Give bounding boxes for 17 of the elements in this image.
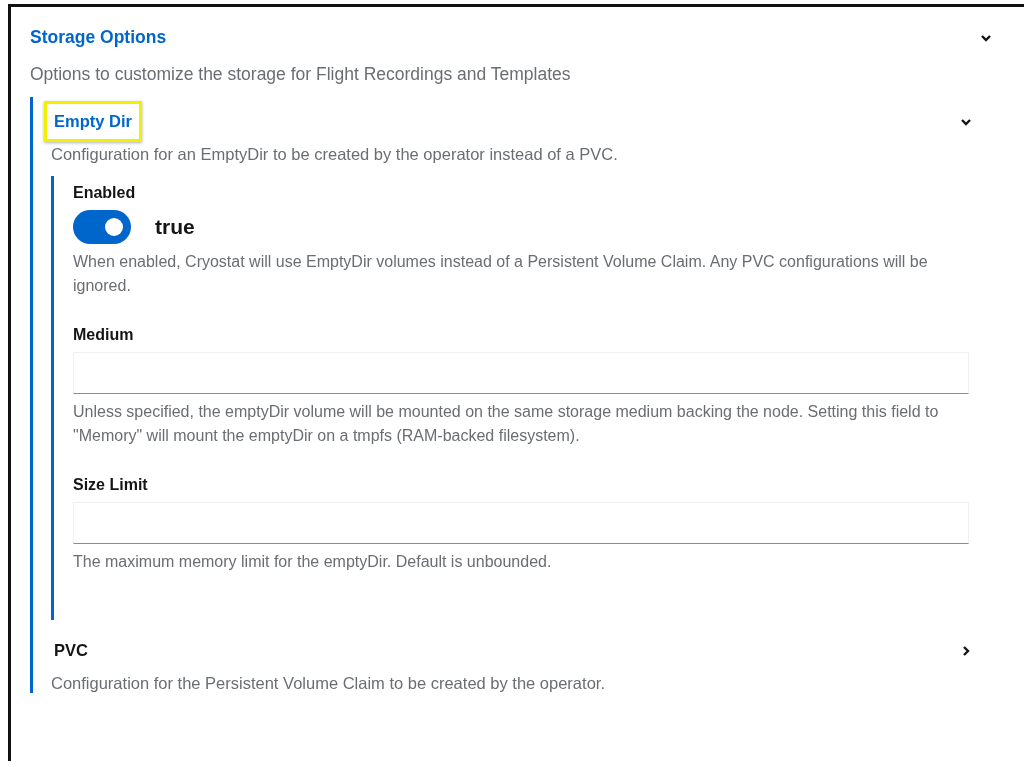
field-label: Medium [73,326,135,344]
helper-text: Unless specified, the emptyDir volume will be mounted on the same storage medium backing the node. Setting this field to "Memory" will mount the emptyDir on a tmpfs (RAM-backed filesystem). [73,402,940,446]
group-title[interactable]: PVC [44,630,98,671]
helper-text: The maximum memory limit for the emptyDir. Default is unbounded. [73,552,553,572]
switch-value: true [155,215,195,239]
toggle-switch[interactable] [73,210,131,244]
section-description: Options to customize the storage for Flight Recordings and Templates [30,64,572,85]
group-title[interactable]: Empty Dir [44,101,142,142]
chevron-right-icon[interactable] [960,644,972,657]
group-description: Configuration for an EmptyDir to be created by the operator instead of a PVC. [51,144,619,164]
text-field[interactable] [73,352,969,394]
field-label: Enabled [73,184,137,202]
section-title[interactable]: Storage Options [30,21,167,54]
helper-text: When enabled, Cryostat will use EmptyDir volumes instead of a Persistent Volume Claim. Any PVC configurations will be ignored. [73,252,929,296]
group-description: Configuration for the Persistent Volume Claim to be created by the operator. [51,673,606,693]
text-field[interactable] [73,502,969,544]
field-label: Size Limit [73,476,149,494]
